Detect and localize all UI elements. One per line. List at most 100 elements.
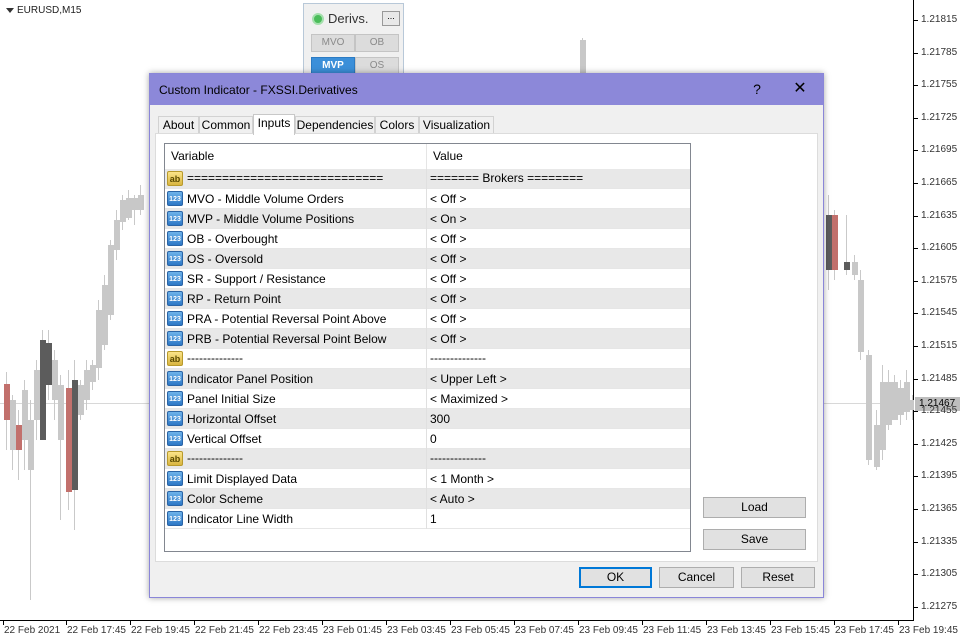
row-value[interactable]: < Off >	[430, 249, 466, 269]
time-label: 23 Feb 05:45	[451, 625, 510, 636]
price-label: 1.21785	[921, 46, 958, 58]
table-row[interactable]: 123 Panel Initial Size < Maximized >	[165, 389, 690, 409]
row-variable: PRB - Potential Reversal Point Below	[187, 332, 387, 346]
tab-common[interactable]: Common	[199, 116, 253, 134]
row-variable: Panel Initial Size	[187, 392, 276, 406]
table-row[interactable]: 123 PRA - Potential Reversal Point Above <…	[165, 309, 690, 329]
tab-visualization[interactable]: Visualization	[419, 116, 494, 134]
price-tick	[914, 248, 918, 250]
time-label: 23 Feb 03:45	[387, 625, 446, 636]
price-label: 1.21695	[921, 144, 958, 156]
panel-ob-button[interactable]: OB	[355, 34, 399, 52]
price-label: 1.21815	[921, 14, 958, 25]
price-label: 1.21395	[921, 470, 958, 482]
table-row[interactable]: ab -------------- --------------	[165, 449, 690, 469]
time-axis[interactable]: 22 Feb 2021 22 Feb 17:45 22 Feb 19:45 22 Fe…	[0, 620, 958, 640]
table-row[interactable]: 123 OB - Overbought < Off >	[165, 229, 690, 249]
inputs-grid[interactable]: Variable Value ab =======================…	[164, 143, 691, 552]
panel-title: Derivs.	[312, 11, 368, 26]
tab-colors[interactable]: Colors	[375, 116, 419, 134]
string-type-icon: ab	[167, 171, 183, 186]
price-tick	[914, 52, 918, 54]
table-row[interactable]: 123 RP - Return Point < Off >	[165, 289, 690, 309]
time-label: 22 Feb 23:45	[259, 625, 318, 636]
row-value[interactable]: < Off >	[430, 229, 466, 249]
row-value[interactable]: < Off >	[430, 269, 466, 289]
table-row[interactable]: 123 Indicator Panel Position < Upper Left …	[165, 369, 690, 389]
row-value[interactable]: < Maximized >	[430, 389, 508, 409]
row-value[interactable]: < Off >	[430, 289, 466, 309]
row-value[interactable]: --------------	[430, 348, 486, 368]
tab-about[interactable]: About	[158, 116, 199, 134]
row-variable: MVO - Middle Volume Orders	[187, 192, 344, 206]
price-label: 1.21275	[921, 600, 958, 612]
row-value[interactable]: < Off >	[430, 309, 466, 329]
panel-title-text: Derivs.	[328, 11, 369, 26]
row-variable: Indicator Panel Position	[187, 372, 314, 386]
dialog-title: Custom Indicator - FXSSI.Derivatives	[159, 83, 358, 97]
row-value[interactable]: --------------	[430, 448, 486, 468]
column-separator	[426, 509, 427, 529]
column-separator	[426, 409, 427, 429]
table-row[interactable]: 123 SR - Support / Resistance < Off >	[165, 269, 690, 289]
price-tick	[914, 117, 918, 119]
price-tick	[914, 476, 918, 478]
candle-body	[832, 215, 838, 270]
column-separator	[426, 309, 427, 329]
row-value[interactable]: < Off >	[430, 189, 466, 209]
candle-body	[844, 262, 850, 270]
close-icon[interactable]: ✕	[787, 78, 813, 100]
table-row[interactable]: 123 Vertical Offset 0	[165, 429, 690, 449]
number-type-icon: 123	[167, 271, 183, 286]
tab-inputs[interactable]: Inputs	[253, 114, 295, 135]
grid-header: Variable Value	[165, 144, 690, 169]
panel-minimize-button[interactable]: ...	[382, 11, 400, 26]
row-variable: ============================	[187, 171, 384, 185]
ok-button[interactable]: OK	[579, 567, 652, 588]
table-row[interactable]: 123 OS - Oversold < Off >	[165, 249, 690, 269]
table-row[interactable]: 123 PRB - Potential Reversal Point Below <…	[165, 329, 690, 349]
row-variable: Indicator Line Width	[187, 512, 294, 526]
table-row[interactable]: ab ============================ ======= Br…	[165, 169, 690, 189]
price-tick	[914, 150, 918, 152]
dialog-titlebar[interactable]: Custom Indicator - FXSSI.Derivatives ? ✕	[150, 74, 823, 105]
table-row[interactable]: 123 Limit Displayed Data < 1 Month >	[165, 469, 690, 489]
row-value[interactable]: < On >	[430, 209, 467, 229]
panel-mvo-button[interactable]: MVO	[311, 34, 355, 52]
row-value[interactable]: 300	[430, 409, 450, 429]
cancel-button[interactable]: Cancel	[659, 567, 734, 588]
price-axis[interactable]: 1.21467 1.21815 1.21785 1.21755 1.21725 1.21…	[914, 0, 960, 640]
indicator-panel[interactable]: Derivs. ... MVO OB MVP OS	[303, 3, 404, 83]
tab-dependencies[interactable]: Dependencies	[295, 116, 375, 134]
table-row[interactable]: 123 Indicator Line Width 1	[165, 509, 690, 529]
header-variable[interactable]: Variable	[165, 144, 214, 169]
row-value[interactable]: < Upper Left >	[430, 369, 507, 389]
save-button[interactable]: Save	[703, 529, 806, 550]
reset-button[interactable]: Reset	[741, 567, 815, 588]
row-value[interactable]: ======= Brokers ========	[430, 168, 583, 188]
number-type-icon: 123	[167, 371, 183, 386]
price-label: 1.21605	[921, 242, 958, 254]
row-value[interactable]: 0	[430, 429, 437, 449]
custom-indicator-dialog[interactable]: Custom Indicator - FXSSI.Derivatives ? ✕…	[149, 73, 824, 598]
row-variable: RP - Return Point	[187, 292, 281, 306]
help-icon[interactable]: ?	[748, 80, 766, 98]
column-separator	[426, 449, 427, 469]
table-row[interactable]: 123 Color Scheme < Auto >	[165, 489, 690, 509]
symbol-label: EURUSD,M15	[6, 5, 81, 16]
row-value[interactable]: 1	[430, 509, 437, 529]
table-row[interactable]: ab -------------- --------------	[165, 349, 690, 369]
price-tick	[914, 280, 918, 282]
load-button[interactable]: Load	[703, 497, 806, 518]
row-value[interactable]: < 1 Month >	[430, 469, 494, 489]
number-type-icon: 123	[167, 231, 183, 246]
row-value[interactable]: < Auto >	[430, 489, 475, 509]
table-row[interactable]: 123 Horizontal Offset 300	[165, 409, 690, 429]
column-separator	[426, 369, 427, 389]
price-label: 1.21755	[921, 79, 958, 91]
table-row[interactable]: 123 MVP - Middle Volume Positions < On >	[165, 209, 690, 229]
price-label: 1.21455	[921, 405, 958, 417]
row-value[interactable]: < Off >	[430, 329, 466, 349]
table-row[interactable]: 123 MVO - Middle Volume Orders < Off >	[165, 189, 690, 209]
header-value[interactable]: Value	[427, 144, 463, 169]
